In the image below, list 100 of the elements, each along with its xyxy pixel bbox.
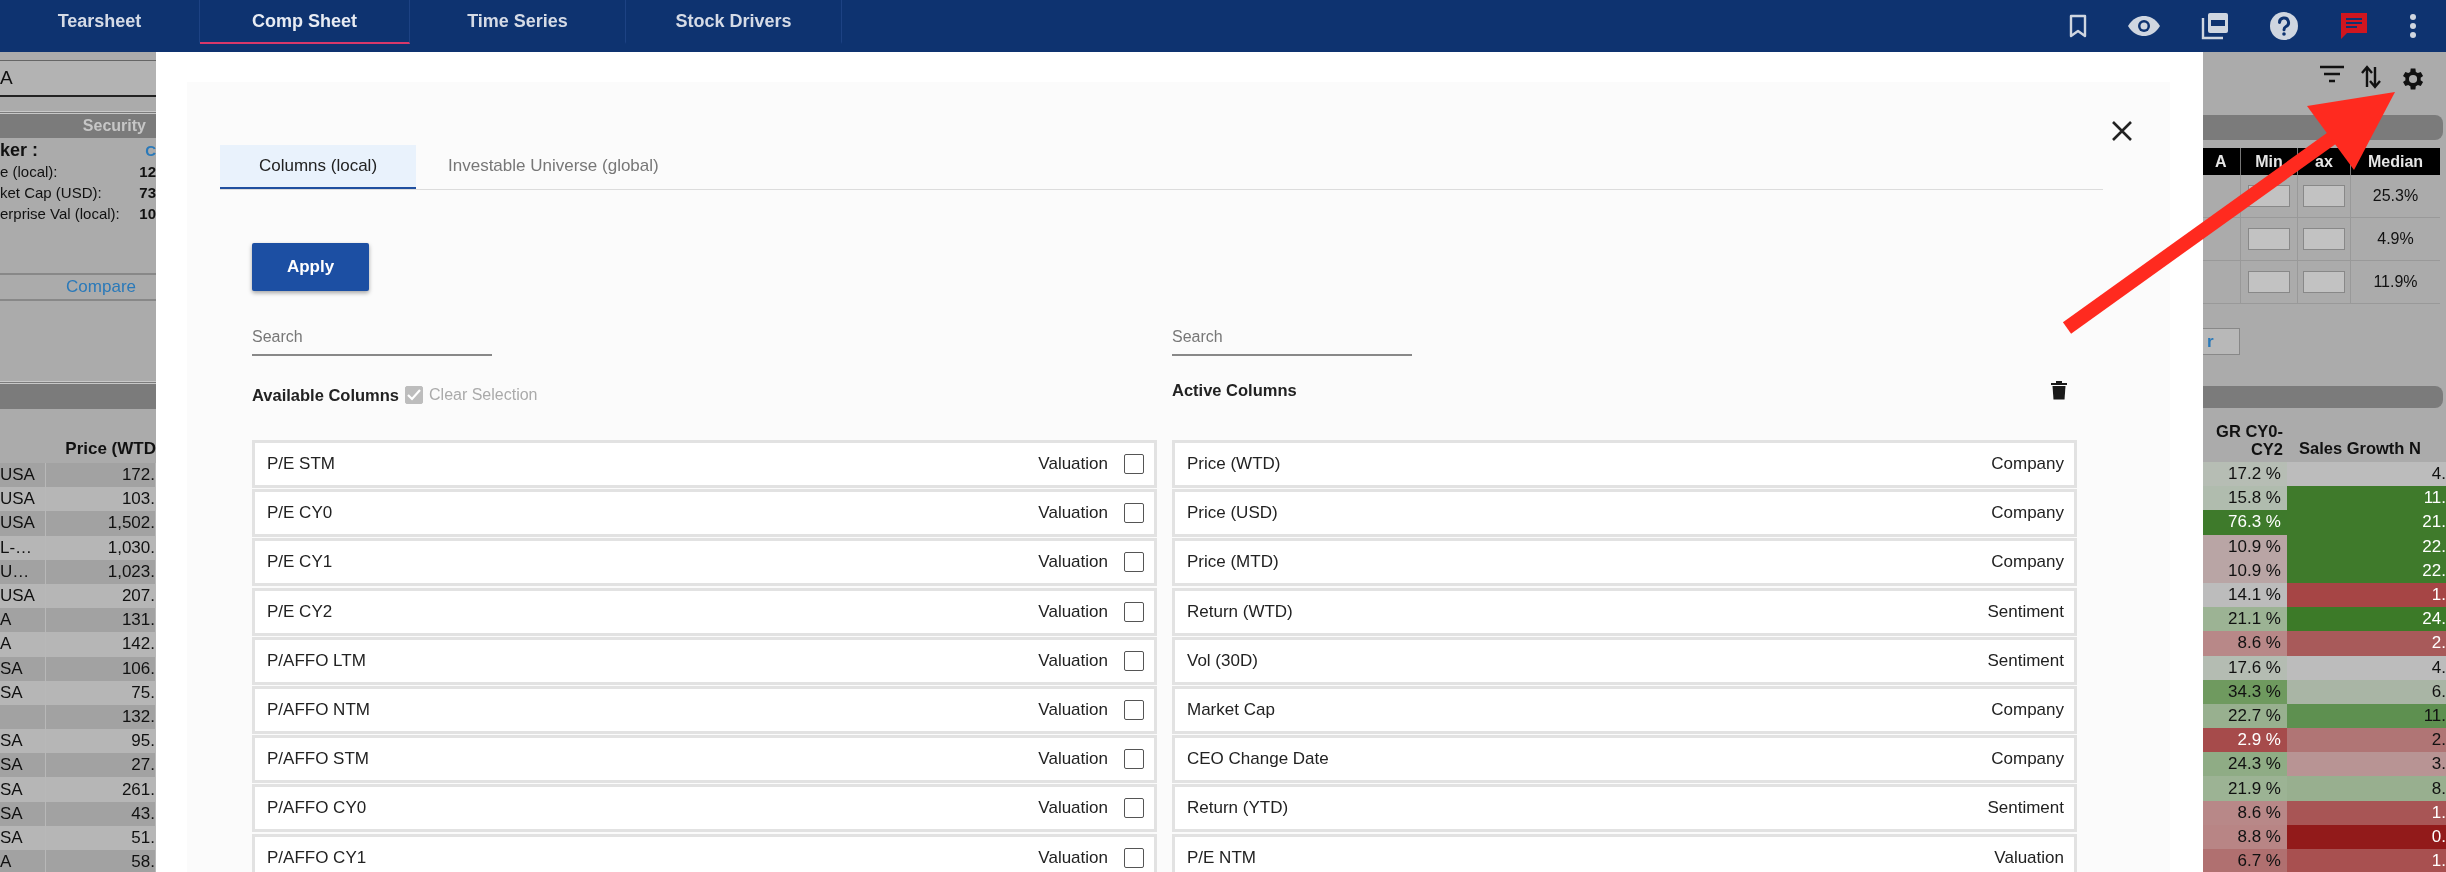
column-category: Company (1991, 699, 2064, 720)
table-cell: 261. (46, 777, 156, 802)
column-category: Valuation (1038, 749, 1108, 770)
table-cell: USA (0, 463, 46, 488)
apply-button[interactable]: Apply (252, 243, 369, 291)
checkbox[interactable] (1124, 699, 1144, 720)
table-cell: USA (0, 583, 46, 609)
table-cell: 2.9 % (2203, 728, 2287, 753)
column-header: Min (2240, 148, 2297, 175)
column-item[interactable]: P/E CY2 Valuation (252, 587, 1157, 636)
column-name: Vol (30D) (1187, 650, 1259, 671)
dialog-tab[interactable]: Columns (local) (220, 145, 416, 189)
column-item[interactable]: P/E NTM Valuation (1172, 833, 2077, 872)
checkbox[interactable] (1124, 503, 1144, 524)
pdf-icon[interactable] (2201, 12, 2229, 40)
info-value: 12 (139, 163, 156, 180)
checkbox[interactable] (1124, 552, 1144, 573)
bookmark-icon[interactable] (2069, 14, 2087, 38)
table-cell: 1. (2287, 800, 2446, 825)
column-item[interactable]: Vol (30D) Sentiment (1172, 636, 2077, 685)
column-item[interactable]: Market Cap Company (1172, 685, 2077, 734)
table-cell: 10.9 % (2203, 558, 2287, 583)
column-name: P/E NTM (1187, 847, 1257, 868)
column-item[interactable]: Return (WTD) Sentiment (1172, 587, 2077, 636)
table-cell: 8.6 % (2203, 631, 2287, 656)
checkbox[interactable] (1124, 749, 1144, 770)
max-input[interactable] (2303, 228, 2345, 250)
filter-icon[interactable] (2320, 65, 2344, 83)
column-category: Sentiment (1987, 650, 2064, 671)
table-cell: 10.9 % (2203, 534, 2287, 559)
column-item[interactable]: P/E CY0 Valuation (252, 489, 1157, 538)
search-field[interactable]: Search (252, 319, 492, 356)
checkbox[interactable] (1124, 847, 1144, 868)
column-item[interactable]: P/AFFO CY1 Valuation (252, 833, 1157, 872)
search-field[interactable]: Search (1172, 319, 1412, 356)
table-cell: 2. (2287, 728, 2446, 753)
search-field[interactable]: A (0, 60, 156, 97)
table-cell: SA (0, 777, 46, 802)
column-item[interactable]: Price (USD) Company (1172, 489, 2077, 538)
section-header: Security (0, 111, 156, 138)
nav-tab[interactable]: Tearsheet (0, 0, 200, 44)
sort-icon[interactable] (2361, 65, 2381, 89)
column-category: Valuation (1038, 847, 1108, 868)
nav-tab[interactable]: Comp Sheet (200, 0, 410, 44)
column-category: Company (1991, 749, 2064, 770)
list-title: Active Columns (1172, 380, 1297, 400)
column-item[interactable]: P/E STM Valuation (252, 440, 1157, 488)
column-item[interactable]: P/E CY1 Valuation (252, 538, 1157, 587)
table-cell: USA (0, 511, 46, 536)
info-value: 10 (139, 205, 156, 222)
column-item[interactable]: Price (MTD) Company (1172, 538, 2077, 587)
table-cell: 34.3 % (2203, 679, 2287, 704)
min-input[interactable] (2248, 228, 2290, 250)
column-header: GR CY0- CY2 (2215, 421, 2284, 458)
table-cell: 106. (46, 656, 156, 681)
table-cell: 4. (2287, 462, 2446, 487)
column-name: Price (MTD) (1187, 552, 1280, 573)
table-cell: 24. (2287, 607, 2446, 632)
nav-tab[interactable]: Stock Drivers (626, 0, 842, 44)
table-cell: U… (0, 559, 46, 584)
median-cell: 25.3% (2350, 175, 2440, 217)
table-cell: 22.7 % (2203, 703, 2287, 729)
column-item[interactable]: Price (WTD) Company (1172, 440, 2077, 488)
min-input[interactable] (2248, 271, 2290, 293)
column-category: Company (1991, 552, 2064, 573)
column-item[interactable]: P/AFFO NTM Valuation (252, 685, 1157, 734)
info-label: e (local): (0, 163, 58, 180)
trash-icon[interactable] (2051, 380, 2067, 400)
column-item[interactable]: P/AFFO CY0 Valuation (252, 784, 1157, 833)
close-icon[interactable] (2111, 120, 2133, 142)
max-input[interactable] (2303, 185, 2345, 207)
dialog-tab[interactable]: Investable Universe (global) (416, 145, 691, 189)
info-label: ker : (0, 140, 39, 161)
column-item[interactable]: P/AFFO LTM Valuation (252, 636, 1157, 685)
column-item[interactable]: Return (YTD) Sentiment (1172, 784, 2077, 833)
column-category: Valuation (1994, 847, 2064, 868)
table-cell: 51. (46, 825, 156, 850)
nav-tab[interactable]: Time Series (410, 0, 626, 44)
checkbox[interactable] (1124, 601, 1144, 622)
column-item[interactable]: P/AFFO STM Valuation (252, 735, 1157, 784)
checkbox[interactable] (1124, 454, 1144, 474)
more-menu-icon[interactable] (2409, 13, 2417, 39)
checkbox[interactable] (1124, 798, 1144, 819)
max-input[interactable] (2303, 271, 2345, 293)
info-value: 73 (139, 184, 156, 201)
table-cell: 43. (46, 801, 156, 826)
table-cell: 6.7 % (2203, 849, 2287, 872)
checkbox[interactable] (1124, 650, 1144, 671)
table-cell: 21.9 % (2203, 776, 2287, 801)
column-name: P/E CY2 (267, 601, 334, 622)
help-icon[interactable] (2269, 11, 2299, 41)
table-cell: SA (0, 801, 46, 826)
table-cell: 95. (46, 729, 156, 754)
eye-icon[interactable] (2127, 15, 2161, 37)
table-cell: 17.2 % (2203, 462, 2287, 487)
column-item[interactable]: CEO Change Date Company (1172, 735, 2077, 784)
column-name: CEO Change Date (1187, 749, 1330, 770)
table-cell: 17.6 % (2203, 655, 2287, 680)
table-cell: 21.1 % (2203, 607, 2287, 632)
table-cell: 3. (2287, 752, 2446, 777)
